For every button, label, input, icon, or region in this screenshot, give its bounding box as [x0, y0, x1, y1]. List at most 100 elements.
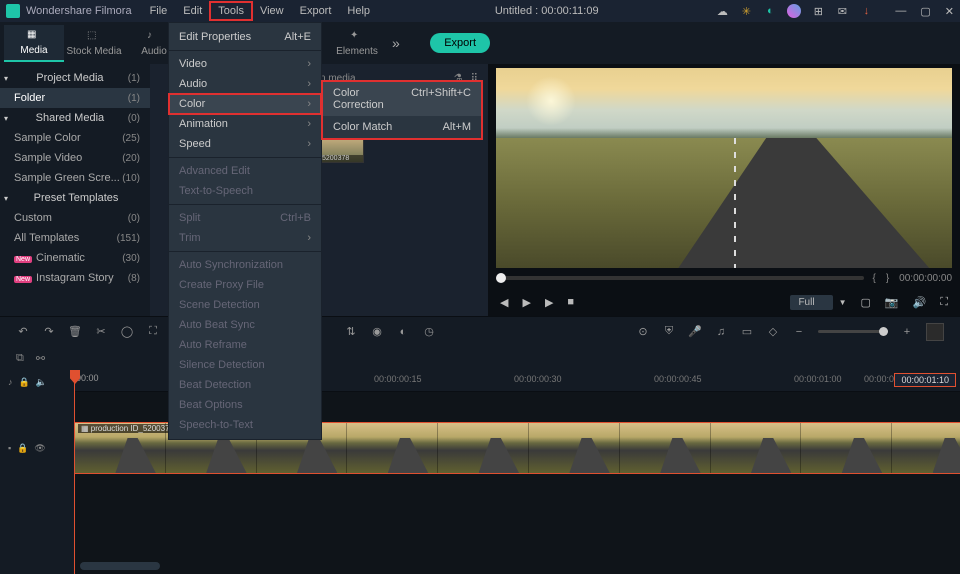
music-icon[interactable]: ♫	[714, 325, 728, 339]
headset-icon[interactable]: ◐	[763, 4, 777, 18]
tabs-more-button[interactable]: »	[382, 35, 410, 51]
link-icon[interactable]: ⚯	[36, 352, 45, 365]
video-track-label[interactable]: ▪ 🔒 👁	[0, 420, 74, 476]
play-button-icon[interactable]: ▶	[545, 296, 553, 309]
tools-dropdown: Edit PropertiesAlt+E VideoAudioColorAnima…	[168, 22, 322, 440]
menu-edit[interactable]: Edit	[175, 2, 210, 20]
menu-export[interactable]: Export	[292, 2, 340, 20]
sidebar-item-cinematic[interactable]: NewCinematic(30)	[0, 248, 150, 268]
sidebar-item-preset-templates[interactable]: Preset Templates	[0, 188, 150, 208]
marker-box-icon[interactable]: ▭	[740, 325, 754, 339]
preview-canvas[interactable]	[496, 68, 952, 268]
play-backward-icon[interactable]: ▶	[522, 296, 530, 309]
lock-icon[interactable]: 🔒	[17, 443, 28, 454]
undo-icon[interactable]: ↶	[16, 325, 30, 339]
dropdown-item-auto-synchronization: Auto Synchronization	[169, 255, 321, 275]
adjust-icon[interactable]: ⇅	[344, 325, 358, 339]
sidebar-item-sample-color[interactable]: Sample Color(25)	[0, 128, 150, 148]
zoom-fit-icon[interactable]	[926, 323, 944, 341]
record-icon[interactable]: ⊙	[636, 325, 650, 339]
menu-view[interactable]: View	[252, 2, 292, 20]
sidebar-item-sample-green-scre-[interactable]: Sample Green Scre...(10)	[0, 168, 150, 188]
avatar-icon[interactable]	[787, 4, 801, 18]
submenu-item-color-match[interactable]: Color MatchAlt+M	[323, 116, 481, 138]
audio-track-1[interactable]: ♪ 🔒 🔈	[74, 504, 960, 528]
dropdown-item-audio[interactable]: Audio	[169, 74, 321, 94]
mark-in-icon[interactable]: {	[872, 273, 875, 284]
playhead[interactable]	[74, 370, 75, 574]
dropdown-item-edit-properties[interactable]: Edit PropertiesAlt+E	[169, 27, 321, 47]
dropdown-item-animation[interactable]: Animation	[169, 114, 321, 134]
sidebar-item-shared-media[interactable]: Shared Media(0)	[0, 108, 150, 128]
redo-icon[interactable]: ↷	[42, 325, 56, 339]
mic-icon[interactable]: 🎤	[688, 325, 702, 339]
dropdown-item-video[interactable]: Video	[169, 54, 321, 74]
menu-file[interactable]: File	[142, 2, 176, 20]
cloud-icon[interactable]: ☁	[715, 4, 729, 18]
sidebar-item-folder[interactable]: Folder(1)	[0, 88, 150, 108]
tab-elements-label: Elements	[336, 46, 378, 57]
mute-icon[interactable]: 🔈	[36, 377, 47, 388]
chevron-down-icon[interactable]: ▼	[839, 298, 847, 307]
tab-media[interactable]: ▦ Media	[4, 25, 64, 62]
settings-gear-icon[interactable]: ✳	[739, 4, 753, 18]
lock-icon[interactable]: 🔒	[19, 377, 30, 388]
close-button[interactable]: ✕	[945, 5, 954, 18]
audio-track-label[interactable]: ♪ 🔒 🔈	[0, 370, 74, 394]
zoom-slider[interactable]	[818, 330, 888, 333]
menu-tools[interactable]: Tools	[210, 2, 252, 20]
dropdown-item-text-to-speech: Text-to-Speech	[169, 181, 321, 201]
delete-icon[interactable]: 🗑	[68, 325, 82, 339]
timeline-scrollbar[interactable]	[80, 562, 160, 570]
ai-tools-icon[interactable]: ⊞	[811, 4, 825, 18]
sidebar-item-all-templates[interactable]: All Templates(151)	[0, 228, 150, 248]
cut-icon[interactable]: ✂	[94, 325, 108, 339]
ruler-tick: 00:00:00:15	[374, 374, 422, 384]
quality-select[interactable]: Full	[790, 295, 832, 310]
snapshot-icon[interactable]: 📷	[885, 296, 899, 309]
elements-icon: ✦	[350, 30, 364, 44]
dropdown-item-auto-reframe: Auto Reframe	[169, 335, 321, 355]
zoom-out-icon[interactable]: −	[792, 325, 806, 339]
playbar: { } 00:00:00:00	[496, 268, 952, 288]
tab-elements-partial[interactable]: ✦ Elements	[332, 26, 382, 61]
fullscreen-icon[interactable]: ⛶	[940, 296, 948, 309]
stop-button-icon[interactable]: ■	[567, 296, 574, 308]
visibility-icon[interactable]: 👁	[34, 443, 45, 454]
voice-icon[interactable]: ◉	[370, 325, 384, 339]
minimize-button[interactable]: —	[895, 5, 906, 18]
menu-help[interactable]: Help	[339, 2, 378, 20]
dropdown-item-speed[interactable]: Speed	[169, 134, 321, 154]
prev-frame-icon[interactable]: ◀	[500, 296, 508, 309]
tag-icon[interactable]: ◯	[120, 325, 134, 339]
submenu-item-color-correction[interactable]: Color CorrectionCtrl+Shift+C	[323, 82, 481, 116]
app-name: Wondershare Filmora	[26, 5, 132, 17]
crop-icon[interactable]: ⛶	[146, 325, 160, 339]
volume-icon[interactable]: 🔊	[913, 296, 927, 309]
sidebar-item-sample-video[interactable]: Sample Video(20)	[0, 148, 150, 168]
timeline-toolbar: ↶ ↷ 🗑 ✂ ◯ ⛶ ⇅ ◉ ◐ ◷ ⊙ ⛨ 🎤 ♫ ▭ ◇ − +	[0, 316, 960, 346]
sidebar-item-project-media[interactable]: Project Media(1)	[0, 68, 150, 88]
mark-out-icon[interactable]: }	[886, 273, 889, 284]
color-wheel-icon[interactable]: ◐	[396, 325, 410, 339]
tab-stock-media[interactable]: ⬚ Stock Media	[64, 26, 124, 61]
dropdown-item-auto-beat-sync: Auto Beat Sync	[169, 315, 321, 335]
timeline: 00:00 00:00:00:15 00:00:00:30 00:00:00:4…	[0, 370, 960, 574]
export-button[interactable]: Export	[430, 33, 490, 53]
layers-icon[interactable]: ⧉	[16, 352, 24, 365]
zoom-in-icon[interactable]: +	[900, 325, 914, 339]
download-icon[interactable]: ↓	[859, 4, 873, 18]
dropdown-item-color[interactable]: Color	[169, 94, 321, 114]
titlebar-right-icons: ☁ ✳ ◐ ⊞ ✉ ↓ — ▢ ✕	[715, 4, 954, 18]
marker-diamond-icon[interactable]: ◇	[766, 325, 780, 339]
display-icon[interactable]: ▢	[860, 296, 870, 309]
shield-icon[interactable]: ⛨	[662, 325, 676, 339]
dropdown-item-advanced-edit: Advanced Edit	[169, 161, 321, 181]
speed-icon[interactable]: ◷	[422, 325, 436, 339]
play-progress[interactable]	[496, 276, 864, 280]
track-toggle-icon[interactable]: ▪	[8, 443, 11, 453]
notification-icon[interactable]: ✉	[835, 4, 849, 18]
maximize-button[interactable]: ▢	[920, 5, 930, 18]
sidebar-item-instagram-story[interactable]: NewInstagram Story(8)	[0, 268, 150, 288]
sidebar-item-custom[interactable]: Custom(0)	[0, 208, 150, 228]
